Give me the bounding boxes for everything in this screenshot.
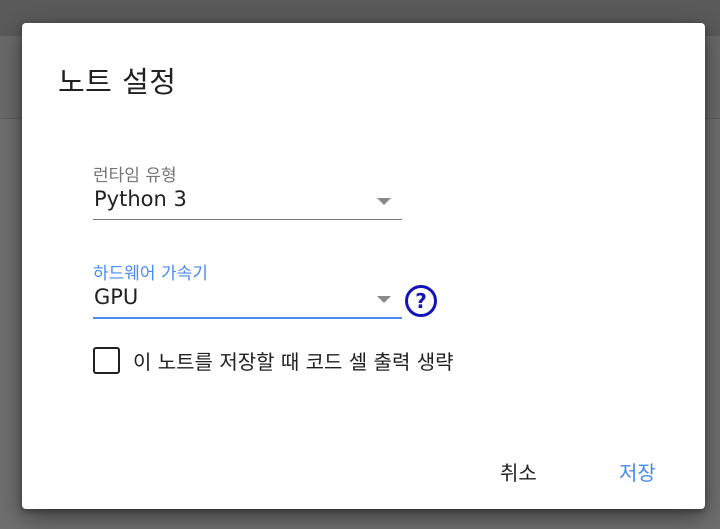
runtime-type-field: 런타임 유형 Python 3 [93, 161, 402, 220]
runtime-type-value: Python 3 [94, 187, 187, 211]
runtime-type-label: 런타임 유형 [93, 166, 177, 186]
dialog-title: 노트 설정 [58, 65, 177, 99]
cancel-button[interactable]: 취소 [494, 453, 543, 490]
hardware-accelerator-value: GPU [94, 285, 139, 309]
hardware-accelerator-label: 하드웨어 가속기 [93, 264, 208, 284]
notebook-settings-dialog: 노트 설정 런타임 유형 Python 3 하드웨어 가속기 GPU ? 이 노… [22, 23, 705, 509]
runtime-type-select[interactable]: Python 3 [93, 183, 402, 220]
omit-output-label: 이 노트를 저장할 때 코드 셀 출력 생략 [133, 349, 454, 374]
hardware-accelerator-field: 하드웨어 가속기 GPU [93, 259, 402, 319]
omit-output-option[interactable]: 이 노트를 저장할 때 코드 셀 출력 생략 [93, 346, 454, 374]
omit-output-checkbox[interactable] [93, 346, 120, 374]
question-circle-icon[interactable]: ? [405, 285, 437, 317]
hardware-accelerator-select[interactable]: GPU [93, 281, 402, 319]
dropdown-arrow-icon [377, 198, 391, 205]
dropdown-arrow-icon [377, 296, 391, 303]
save-button[interactable]: 저장 [613, 453, 662, 490]
